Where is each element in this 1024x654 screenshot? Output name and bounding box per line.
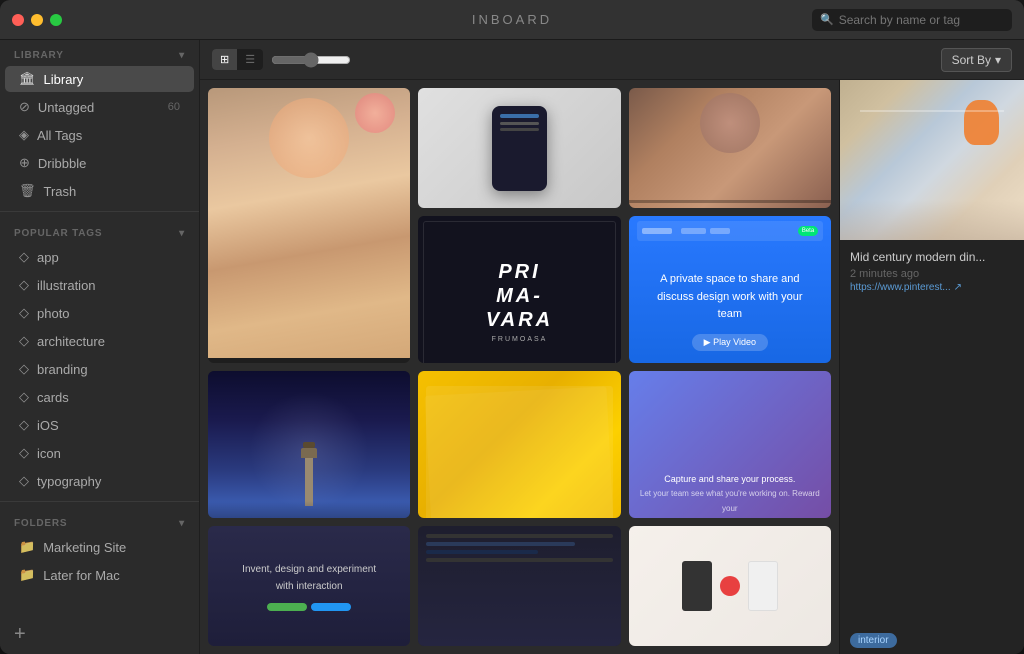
grid-item-lighthouse[interactable] [208, 371, 410, 518]
divider [0, 501, 199, 502]
detail-info: Mid century modern din... 2 minutes ago … [840, 240, 1024, 627]
detail-image [840, 80, 1024, 240]
untagged-icon: ⊘ [19, 99, 30, 115]
maximize-button[interactable] [50, 14, 62, 26]
grid-item-blue-app[interactable]: Beta A private space to share anddiscuss… [629, 216, 831, 363]
sidebar-item-architecture[interactable]: ◇ architecture [5, 328, 194, 354]
sidebar-item-cards[interactable]: ◇ cards [5, 384, 194, 410]
minimize-button[interactable] [31, 14, 43, 26]
tags-icon: ◈ [19, 127, 29, 143]
sidebar-item-icon[interactable]: ◇ icon [5, 440, 194, 466]
sidebar-item-later-for-mac[interactable]: 📁 Later for Mac [5, 562, 194, 588]
tag-icon: ◇ [19, 277, 29, 293]
tag-icon: ◇ [19, 249, 29, 265]
tag-icon: ◇ [19, 305, 29, 321]
sort-button[interactable]: Sort By ▾ [941, 48, 1012, 72]
chevron-down-icon: ▾ [179, 228, 185, 239]
folder-icon: 📁 [19, 567, 35, 583]
search-input[interactable] [839, 13, 1004, 27]
grid-item-portrait[interactable] [629, 88, 831, 208]
grid-item-yellow[interactable] [418, 371, 620, 518]
app-window: INBOARD 🔍 LIBRARY ▾ 🏛 Library ⊘ Untagged… [0, 0, 1024, 654]
detail-time: 2 minutes ago [850, 268, 1014, 280]
sidebar-item-marketing-site[interactable]: 📁 Marketing Site [5, 534, 194, 560]
sidebar-item-dribbble[interactable]: ⊕ Dribbble [5, 150, 194, 176]
grid-item-app-ui[interactable] [418, 88, 620, 208]
grid-view-button[interactable]: ⊞ [212, 49, 237, 70]
view-toggle: ⊞ ☰ [212, 49, 263, 70]
library-section-header: LIBRARY ▾ [0, 40, 199, 65]
library-icon: 🏛 [19, 71, 36, 87]
main-layout: LIBRARY ▾ 🏛 Library ⊘ Untagged 60 ◈ All … [0, 40, 1024, 654]
titlebar: INBOARD 🔍 [0, 0, 1024, 40]
grid-item-fashion[interactable] [208, 88, 410, 363]
detail-tags: interior [840, 627, 1024, 654]
folders-section-header: FOLDERS ▾ [0, 508, 199, 533]
search-icon: 🔍 [820, 13, 834, 26]
sidebar-item-illustration[interactable]: ◇ illustration [5, 272, 194, 298]
search-bar[interactable]: 🔍 [812, 9, 1012, 31]
popular-tags-section-header: POPULAR TAGS ▾ [0, 218, 199, 243]
detail-tag[interactable]: interior [850, 633, 897, 648]
chevron-down-icon: ▾ [179, 518, 185, 529]
detail-url[interactable]: https://www.pinterest... ↗ [850, 282, 1014, 293]
app-title: INBOARD [472, 12, 552, 27]
external-link-icon: ↗ [954, 282, 962, 293]
grid-item-design-tool[interactable]: Invent, design and experimentwith intera… [208, 526, 410, 646]
detail-panel: Mid century modern din... 2 minutes ago … [839, 80, 1024, 654]
sidebar-item-ios[interactable]: ◇ iOS [5, 412, 194, 438]
close-button[interactable] [12, 14, 24, 26]
divider [0, 211, 199, 212]
tag-icon: ◇ [19, 445, 29, 461]
detail-title: Mid century modern din... [850, 250, 1014, 264]
grid-item-code[interactable] [418, 526, 620, 646]
grid-item-workspace[interactable] [629, 526, 831, 646]
sidebar-item-library[interactable]: 🏛 Library [5, 66, 194, 92]
sidebar-item-branding[interactable]: ◇ branding [5, 356, 194, 382]
grid-item-purple-app[interactable]: Capture and share your process.Let your … [629, 371, 831, 518]
trash-icon: 🗑 [19, 183, 36, 199]
chevron-down-icon: ▾ [179, 50, 185, 61]
grid-item-primavera[interactable]: PRIMA-VARA FRUMOASA [418, 216, 620, 363]
sidebar-item-trash[interactable]: 🗑 Trash [5, 178, 194, 204]
folder-icon: 📁 [19, 539, 35, 555]
sidebar-item-app[interactable]: ◇ app [5, 244, 194, 270]
content-toolbar: ⊞ ☰ Sort By ▾ [200, 40, 1024, 80]
sidebar-item-all-tags[interactable]: ◈ All Tags [5, 122, 194, 148]
size-slider[interactable] [271, 52, 351, 68]
sidebar-footer: + [0, 614, 199, 654]
add-button[interactable]: + [14, 624, 185, 644]
list-view-button[interactable]: ☰ [237, 49, 263, 70]
traffic-lights [12, 14, 62, 26]
tag-icon: ◇ [19, 333, 29, 349]
tag-icon: ◇ [19, 473, 29, 489]
tag-icon: ◇ [19, 417, 29, 433]
content-area: ⊞ ☰ Sort By ▾ [200, 40, 1024, 654]
sidebar: LIBRARY ▾ 🏛 Library ⊘ Untagged 60 ◈ All … [0, 40, 200, 654]
tag-icon: ◇ [19, 389, 29, 405]
dribbble-icon: ⊕ [19, 155, 30, 171]
image-grid: PRIMA-VARA FRUMOASA Beta [200, 80, 839, 654]
sidebar-item-untagged[interactable]: ⊘ Untagged 60 [5, 94, 194, 120]
sidebar-item-typography[interactable]: ◇ typography [5, 468, 194, 494]
tag-icon: ◇ [19, 361, 29, 377]
sidebar-item-photo[interactable]: ◇ photo [5, 300, 194, 326]
grid-detail-layout: PRIMA-VARA FRUMOASA Beta [200, 80, 1024, 654]
